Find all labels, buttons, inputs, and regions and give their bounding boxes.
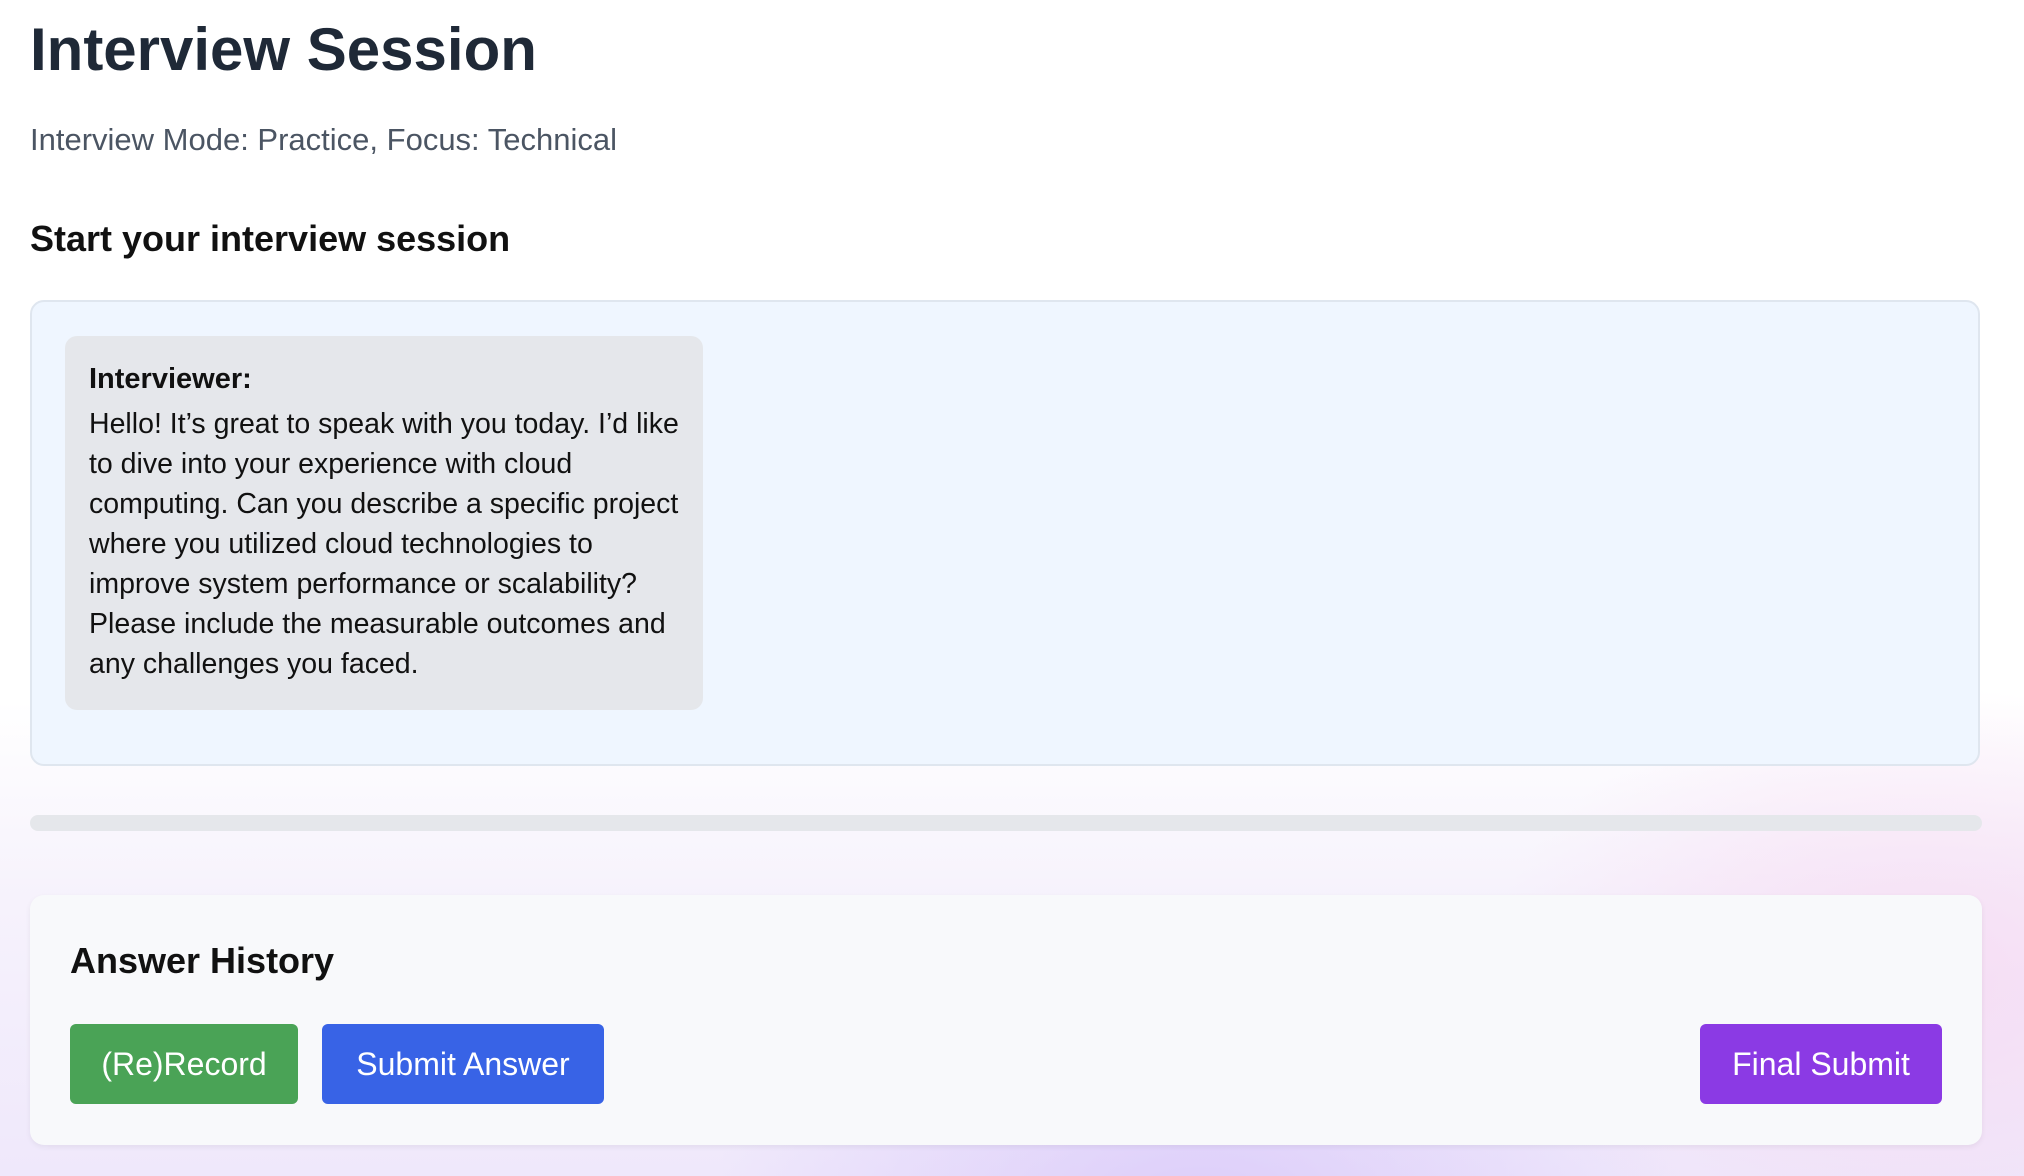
page-title: Interview Session <box>30 16 537 83</box>
answer-history-card: Answer History (Re)Record Submit Answer … <box>30 895 1982 1145</box>
interviewer-message: Interviewer: Hello! It’s great to speak … <box>65 336 703 710</box>
interview-mode-subtitle: Interview Mode: Practice, Focus: Technic… <box>30 122 617 157</box>
conversation-panel: Interviewer: Hello! It’s great to speak … <box>30 300 1980 766</box>
session-progress-bar <box>30 815 1982 831</box>
submit-answer-button[interactable]: Submit Answer <box>322 1024 604 1104</box>
answer-history-heading: Answer History <box>70 940 335 981</box>
rerecord-button[interactable]: (Re)Record <box>70 1024 298 1104</box>
final-submit-button[interactable]: Final Submit <box>1700 1024 1942 1104</box>
session-heading: Start your interview session <box>30 218 511 259</box>
message-sender: Interviewer: <box>89 363 252 395</box>
message-text: Hello! It’s great to speak with you toda… <box>89 408 679 680</box>
